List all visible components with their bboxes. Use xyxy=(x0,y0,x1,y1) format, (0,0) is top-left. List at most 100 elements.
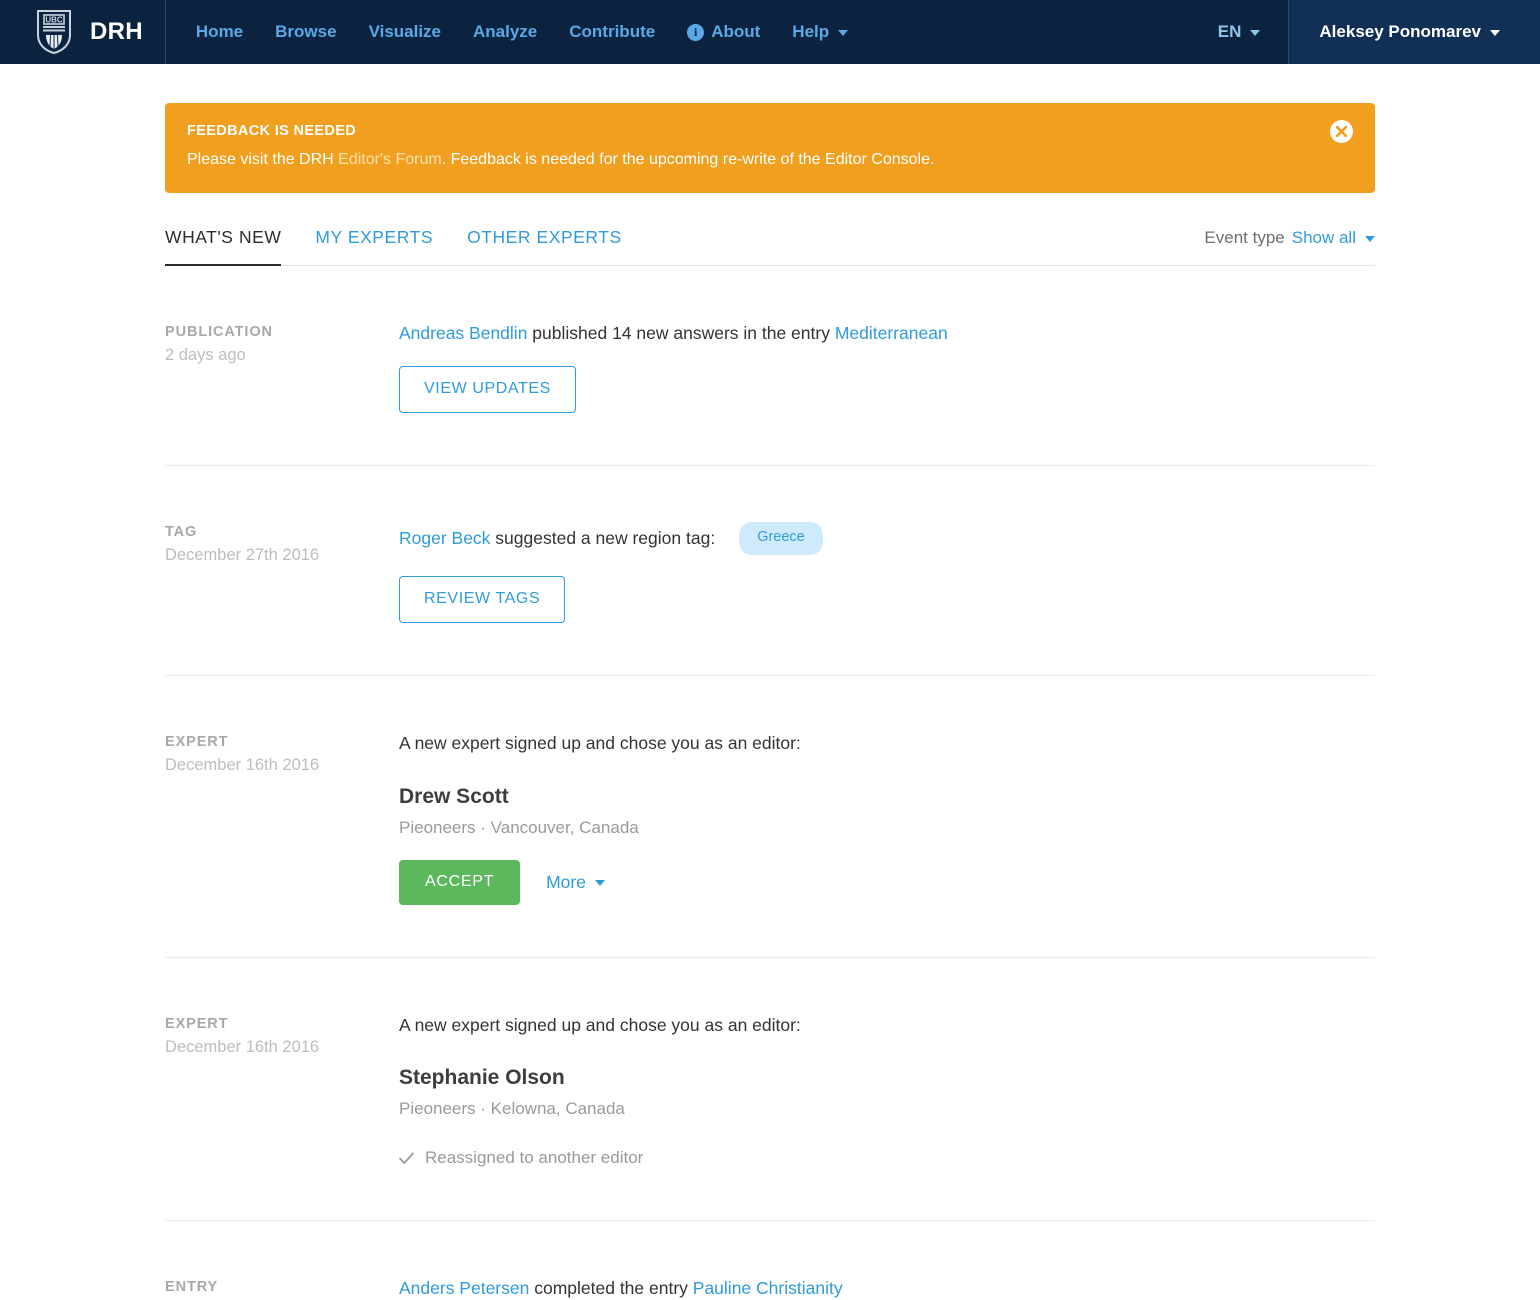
accept-button[interactable]: ACCEPT xyxy=(399,860,520,905)
feed-item-text-middle: completed the entry xyxy=(529,1277,692,1300)
chevron-down-icon xyxy=(595,880,605,886)
feed-item-date: December 27th 2016 xyxy=(165,546,399,565)
review-tags-button[interactable]: REVIEW TAGS xyxy=(399,576,565,623)
editors-forum-link[interactable]: Editor's Forum xyxy=(338,151,442,168)
nav-link-browse-label: Browse xyxy=(275,0,336,64)
user-menu[interactable]: Aleksey Ponomarev xyxy=(1288,0,1540,64)
feed-item-content: A new expert signed up and chose you as … xyxy=(399,732,1375,905)
more-menu-label: More xyxy=(546,872,586,893)
info-circle-icon: i xyxy=(687,24,704,41)
nav-link-home-label: Home xyxy=(196,0,243,64)
nav-link-analyze-label: Analyze xyxy=(473,0,537,64)
event-type-filter: Event type Show all xyxy=(1204,228,1375,265)
close-icon[interactable] xyxy=(1330,120,1353,143)
nav-link-about[interactable]: i About xyxy=(671,0,776,64)
chevron-down-icon xyxy=(1250,30,1260,36)
feed-item-content: A new expert signed up and chose you as … xyxy=(399,1014,1375,1169)
feed-item-text-middle: published 14 new answers in the entry xyxy=(527,322,834,346)
feed-item-date: December 16th 2016 xyxy=(165,1038,399,1057)
nav-link-home[interactable]: Home xyxy=(180,0,259,64)
alert-body-before: Please visit the DRH xyxy=(187,151,338,168)
feed-item-content: Anders Petersen completed the entry Paul… xyxy=(399,1277,1375,1300)
actor-link[interactable]: Andreas Bendlin xyxy=(399,322,527,346)
feed-item-text: A new expert signed up and chose you as … xyxy=(399,1014,1375,1038)
nav-right: EN Aleksey Ponomarev xyxy=(1208,0,1540,64)
nav-link-about-label: About xyxy=(711,0,760,64)
feed-item-date: 2 days ago xyxy=(165,346,399,365)
alert-body-after: . Feedback is needed for the upcoming re… xyxy=(442,151,935,168)
event-type-filter-label: Event type xyxy=(1204,228,1284,248)
check-icon xyxy=(399,1152,414,1165)
nav-link-browse[interactable]: Browse xyxy=(259,0,352,64)
nav-link-help[interactable]: Help xyxy=(776,0,864,64)
alert-body: Please visit the DRH Editor's Forum. Fee… xyxy=(187,150,1349,171)
feed-item-type: EXPERT xyxy=(165,734,399,750)
feed-item-text: Roger Beck suggested a new region tag: Gr… xyxy=(399,522,1375,555)
tab-whats-new[interactable]: WHAT'S NEW xyxy=(165,227,281,265)
feed-item-meta: EXPERT December 16th 2016 xyxy=(165,732,399,905)
feed-item-text: Andreas Bendlin published 14 new answers… xyxy=(399,322,1375,346)
feed-item-type: ENTRY xyxy=(165,1279,399,1295)
expert-name: Drew Scott xyxy=(399,785,1375,809)
feed-item-meta: ENTRY December 2nd 2016 xyxy=(165,1277,399,1300)
event-type-filter-value: Show all xyxy=(1292,228,1356,248)
feed-item-content: Andreas Bendlin published 14 new answers… xyxy=(399,322,1375,414)
nav-link-visualize-label: Visualize xyxy=(369,0,441,64)
brand-area[interactable]: UBC DRH xyxy=(0,0,165,64)
feed-item-type: TAG xyxy=(165,524,399,540)
feed-item-meta: EXPERT December 16th 2016 xyxy=(165,1014,399,1169)
nav-link-analyze[interactable]: Analyze xyxy=(457,0,553,64)
feed-item-type: PUBLICATION xyxy=(165,324,399,340)
feed-item: PUBLICATION 2 days ago Andreas Bendlin p… xyxy=(165,266,1375,467)
page-container: FEEDBACK IS NEEDED Please visit the DRH … xyxy=(0,103,1540,1300)
feed-item: TAG December 27th 2016 Roger Beck sugges… xyxy=(165,466,1375,676)
feed-item-meta: PUBLICATION 2 days ago xyxy=(165,322,399,414)
feed-item-content: Roger Beck suggested a new region tag: Gr… xyxy=(399,522,1375,623)
nav-link-help-label: Help xyxy=(792,0,829,64)
user-menu-label: Aleksey Ponomarev xyxy=(1319,22,1481,42)
feed-item-text-main: A new expert signed up and chose you as … xyxy=(399,732,801,756)
expert-actions: ACCEPT More xyxy=(399,860,1375,905)
brand-title: DRH xyxy=(90,18,143,46)
chevron-down-icon xyxy=(1490,30,1500,36)
feed-item-meta: TAG December 27th 2016 xyxy=(165,522,399,623)
feed-item: EXPERT December 16th 2016 A new expert s… xyxy=(165,676,1375,958)
actor-link[interactable]: Anders Petersen xyxy=(399,1277,529,1300)
entry-link[interactable]: Mediterranean xyxy=(835,322,948,346)
tab-my-experts[interactable]: MY EXPERTS xyxy=(315,227,433,265)
ubc-logo-icon: UBC xyxy=(36,9,72,55)
nav-link-contribute[interactable]: Contribute xyxy=(553,0,671,64)
chevron-down-icon xyxy=(1365,236,1375,242)
event-type-filter-select[interactable]: Show all xyxy=(1292,228,1375,248)
feed-item-date: December 16th 2016 xyxy=(165,756,399,775)
feed-item-text-main: A new expert signed up and chose you as … xyxy=(399,1014,801,1038)
feed-item-text-middle: suggested a new region tag: xyxy=(490,527,715,551)
region-tag-chip[interactable]: Greece xyxy=(739,522,823,555)
tabs-row: WHAT'S NEW MY EXPERTS OTHER EXPERTS Even… xyxy=(165,227,1375,266)
tab-other-experts[interactable]: OTHER EXPERTS xyxy=(467,227,622,265)
language-selector[interactable]: EN xyxy=(1208,0,1289,64)
feed-item-text: Anders Petersen completed the entry Paul… xyxy=(399,1277,1375,1300)
expert-status: Reassigned to another editor xyxy=(399,1148,1375,1168)
actor-link[interactable]: Roger Beck xyxy=(399,527,490,551)
expert-name: Stephanie Olson xyxy=(399,1066,1375,1090)
expert-status-label: Reassigned to another editor xyxy=(425,1148,643,1168)
more-menu[interactable]: More xyxy=(546,872,605,893)
nav-links: Home Browse Visualize Analyze Contribute… xyxy=(166,0,864,64)
view-updates-button[interactable]: VIEW UPDATES xyxy=(399,366,576,413)
feed-item: ENTRY December 2nd 2016 Anders Petersen … xyxy=(165,1221,1375,1300)
nav-link-contribute-label: Contribute xyxy=(569,0,655,64)
top-navbar: UBC DRH Home Browse Visualize Analyze Co… xyxy=(0,0,1540,64)
language-selector-label: EN xyxy=(1218,22,1242,42)
feed-item-text: A new expert signed up and chose you as … xyxy=(399,732,1375,756)
svg-text:UBC: UBC xyxy=(45,16,63,25)
expert-affiliation: Pieoneers · Vancouver, Canada xyxy=(399,818,1375,838)
activity-feed: PUBLICATION 2 days ago Andreas Bendlin p… xyxy=(165,266,1375,1300)
entry-link[interactable]: Pauline Christianity xyxy=(693,1277,843,1300)
feed-item: EXPERT December 16th 2016 A new expert s… xyxy=(165,958,1375,1222)
nav-link-visualize[interactable]: Visualize xyxy=(353,0,457,64)
feedback-alert: FEEDBACK IS NEEDED Please visit the DRH … xyxy=(165,103,1375,193)
feed-item-type: EXPERT xyxy=(165,1016,399,1032)
expert-affiliation: Pieoneers · Kelowna, Canada xyxy=(399,1099,1375,1119)
alert-title: FEEDBACK IS NEEDED xyxy=(187,123,1349,139)
